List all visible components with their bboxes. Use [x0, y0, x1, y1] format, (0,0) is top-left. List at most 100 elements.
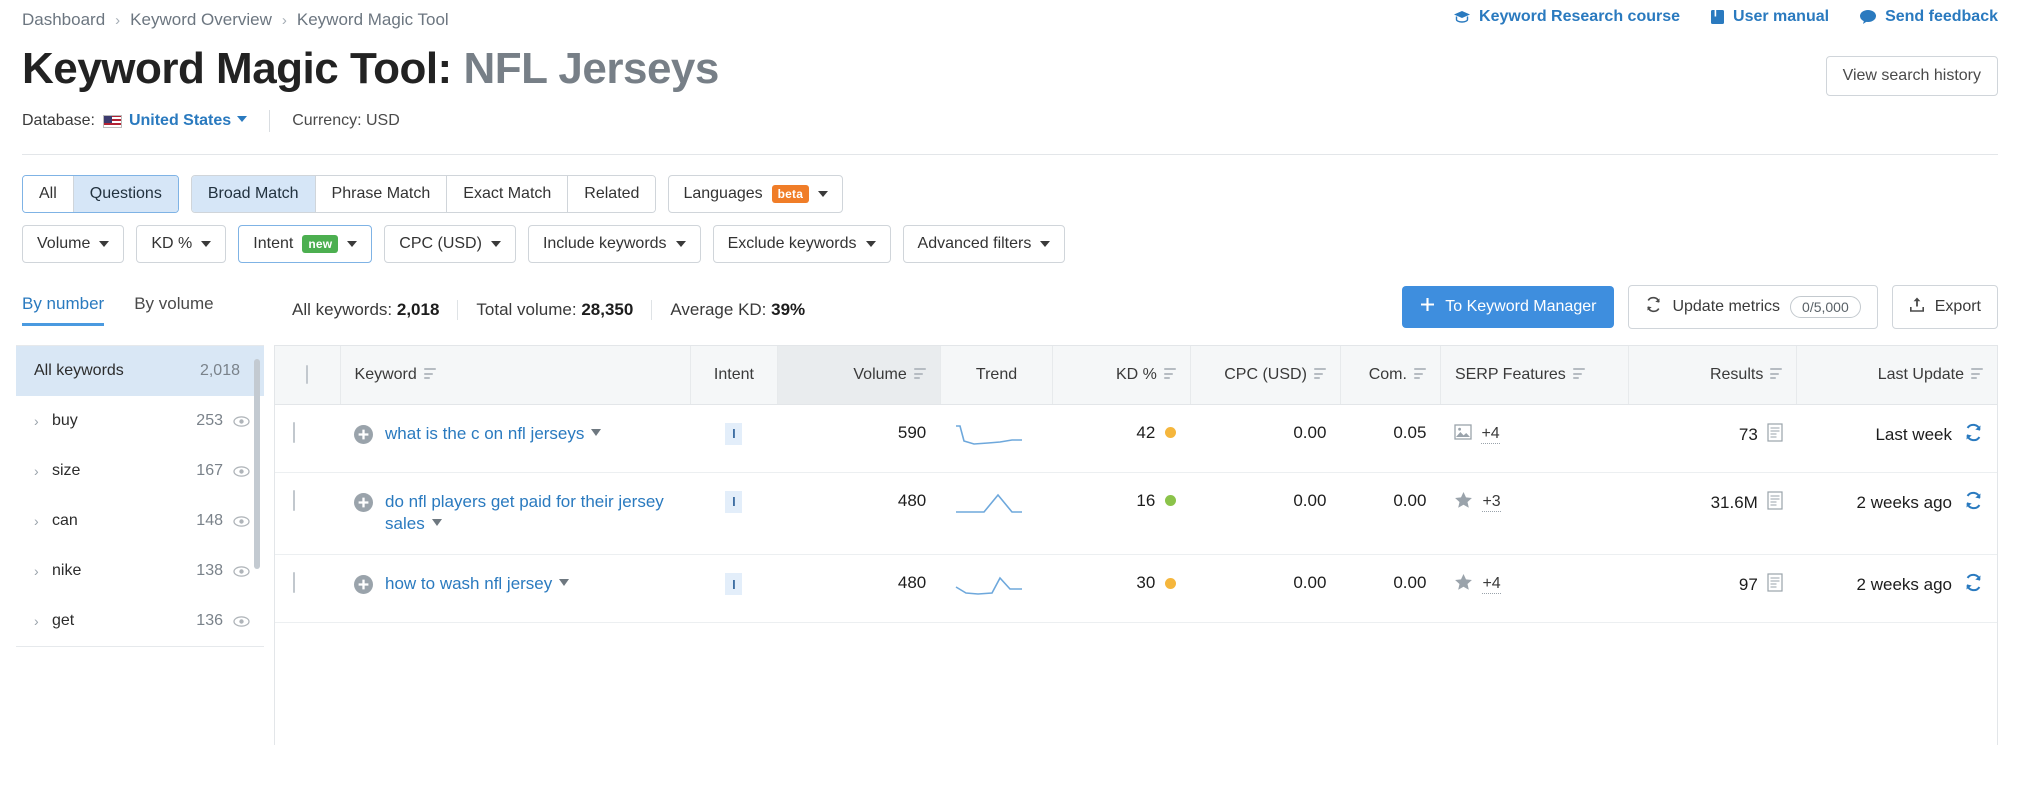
chevron-right-icon: › [34, 413, 52, 429]
refresh-icon[interactable] [1964, 491, 1983, 515]
eye-icon[interactable] [233, 413, 250, 430]
tab-broad-match[interactable]: Broad Match [192, 176, 316, 212]
tab-exact-match[interactable]: Exact Match [447, 176, 568, 212]
column-header-com[interactable]: Com. [1340, 346, 1440, 404]
tab-related[interactable]: Related [568, 176, 655, 212]
star-icon[interactable] [1454, 491, 1473, 514]
tab-all[interactable]: All [23, 176, 74, 212]
chevron-down-icon[interactable] [591, 429, 601, 436]
intent-badge[interactable]: I [725, 573, 742, 595]
chevron-down-icon [818, 191, 828, 197]
tab-by-volume[interactable]: By volume [134, 294, 213, 326]
eye-icon[interactable] [233, 563, 250, 580]
column-header-serp-features[interactable]: SERP Features [1440, 346, 1628, 404]
tab-by-number[interactable]: By number [22, 294, 104, 326]
column-header-keyword[interactable]: Keyword [340, 346, 690, 404]
languages-label: Languages [683, 185, 762, 203]
sidebar-item-can[interactable]: › can 148 [16, 496, 264, 546]
chevron-down-icon[interactable] [432, 519, 442, 526]
document-icon[interactable] [1767, 491, 1783, 515]
refresh-icon [1645, 296, 1662, 318]
column-header-volume[interactable]: Volume [778, 346, 941, 404]
keyword-link[interactable]: do nfl players get paid for their jersey… [385, 491, 676, 537]
filter-exclude-keywords[interactable]: Exclude keywords [713, 225, 891, 263]
eye-icon[interactable] [233, 513, 250, 530]
update-metrics-button[interactable]: Update metrics 0/5,000 [1628, 285, 1877, 329]
intent-badge[interactable]: I [725, 423, 742, 445]
keyword-cell: do nfl players get paid for their jersey… [340, 472, 690, 555]
export-button[interactable]: Export [1892, 285, 1998, 329]
filter-cpc[interactable]: CPC (USD) [384, 225, 516, 263]
serp-more-count[interactable]: +4 [1482, 575, 1500, 594]
languages-dropdown[interactable]: Languages beta [668, 175, 843, 213]
filter-bar: All Questions Broad Match Phrase Match E… [0, 155, 2020, 263]
column-label: Keyword [355, 366, 417, 384]
intent-badge[interactable]: I [725, 491, 742, 513]
column-header-intent[interactable]: Intent [690, 346, 778, 404]
column-label: Trend [976, 366, 1017, 384]
breadcrumb-item-dashboard[interactable]: Dashboard [22, 10, 105, 30]
keyword-link[interactable]: how to wash nfl jersey [385, 573, 569, 596]
keyword-link[interactable]: what is the c on nfl jerseys [385, 423, 601, 446]
select-all-checkbox[interactable] [306, 365, 308, 384]
filter-kd[interactable]: KD % [136, 225, 226, 263]
export-label: Export [1935, 298, 1981, 316]
row-checkbox[interactable] [293, 572, 295, 593]
filter-include-keywords[interactable]: Include keywords [528, 225, 701, 263]
serp-more-count[interactable]: +4 [1481, 425, 1499, 444]
sidebar-item-get[interactable]: › get 136 [16, 596, 264, 646]
sidebar-item-buy[interactable]: › buy 253 [16, 396, 264, 446]
view-search-history-button[interactable]: View search history [1826, 56, 1998, 96]
to-keyword-manager-button[interactable]: To Keyword Manager [1402, 286, 1614, 328]
kd-status-dot [1165, 495, 1176, 506]
last-update-cell: Last week [1797, 404, 1997, 472]
chevron-down-icon[interactable] [559, 579, 569, 586]
send-feedback-link[interactable]: Send feedback [1859, 8, 1998, 26]
filter-volume[interactable]: Volume [22, 225, 124, 263]
filter-advanced[interactable]: Advanced filters [903, 225, 1066, 263]
kd-value: 30 [1136, 573, 1155, 593]
divider [457, 300, 458, 320]
image-icon[interactable] [1454, 423, 1472, 446]
refresh-icon[interactable] [1964, 573, 1983, 597]
column-label: Intent [714, 366, 754, 384]
add-keyword-icon[interactable] [354, 425, 373, 449]
group-tabs: By number By volume [22, 294, 270, 326]
user-manual-label: User manual [1733, 8, 1829, 26]
sidebar-item-all-keywords[interactable]: All keywords 2,018 [16, 346, 264, 396]
tab-questions[interactable]: Questions [74, 176, 178, 212]
star-icon[interactable] [1454, 573, 1473, 596]
document-icon[interactable] [1767, 423, 1783, 447]
column-header-cpc[interactable]: CPC (USD) [1190, 346, 1340, 404]
filter-exclude-label: Exclude keywords [728, 235, 857, 253]
document-icon[interactable] [1767, 573, 1783, 597]
select-all-header [275, 346, 340, 404]
row-checkbox[interactable] [293, 490, 295, 511]
trend-sparkline [954, 434, 1024, 453]
add-keyword-icon[interactable] [354, 493, 373, 517]
column-header-results[interactable]: Results [1628, 346, 1797, 404]
add-keyword-icon[interactable] [354, 575, 373, 599]
eye-icon[interactable] [233, 463, 250, 480]
sidebar-scrollbar[interactable] [254, 359, 260, 569]
serp-more-count[interactable]: +3 [1482, 493, 1500, 512]
stat-average-kd: Average KD: 39% [670, 300, 805, 320]
eye-icon[interactable] [233, 613, 250, 630]
database-select[interactable]: United States [129, 112, 247, 130]
sidebar-item-size[interactable]: › size 167 [16, 446, 264, 496]
sidebar-item-nike[interactable]: › nike 138 [16, 546, 264, 596]
page-title-prefix: Keyword Magic Tool: [22, 44, 452, 93]
refresh-icon[interactable] [1964, 423, 1983, 447]
column-label: Results [1710, 366, 1763, 384]
keyword-research-course-link[interactable]: Keyword Research course [1453, 8, 1680, 26]
user-manual-link[interactable]: User manual [1710, 8, 1829, 26]
tab-phrase-match[interactable]: Phrase Match [316, 176, 448, 212]
sort-icon [1770, 368, 1782, 382]
column-header-trend[interactable]: Trend [940, 346, 1053, 404]
filter-intent[interactable]: Intent new [238, 225, 372, 263]
column-header-kd[interactable]: KD % [1053, 346, 1191, 404]
row-checkbox[interactable] [293, 422, 295, 443]
column-header-last-update[interactable]: Last Update [1797, 346, 1997, 404]
chevron-right-icon: › [34, 463, 52, 479]
breadcrumb-item-keyword-overview[interactable]: Keyword Overview [130, 10, 272, 30]
